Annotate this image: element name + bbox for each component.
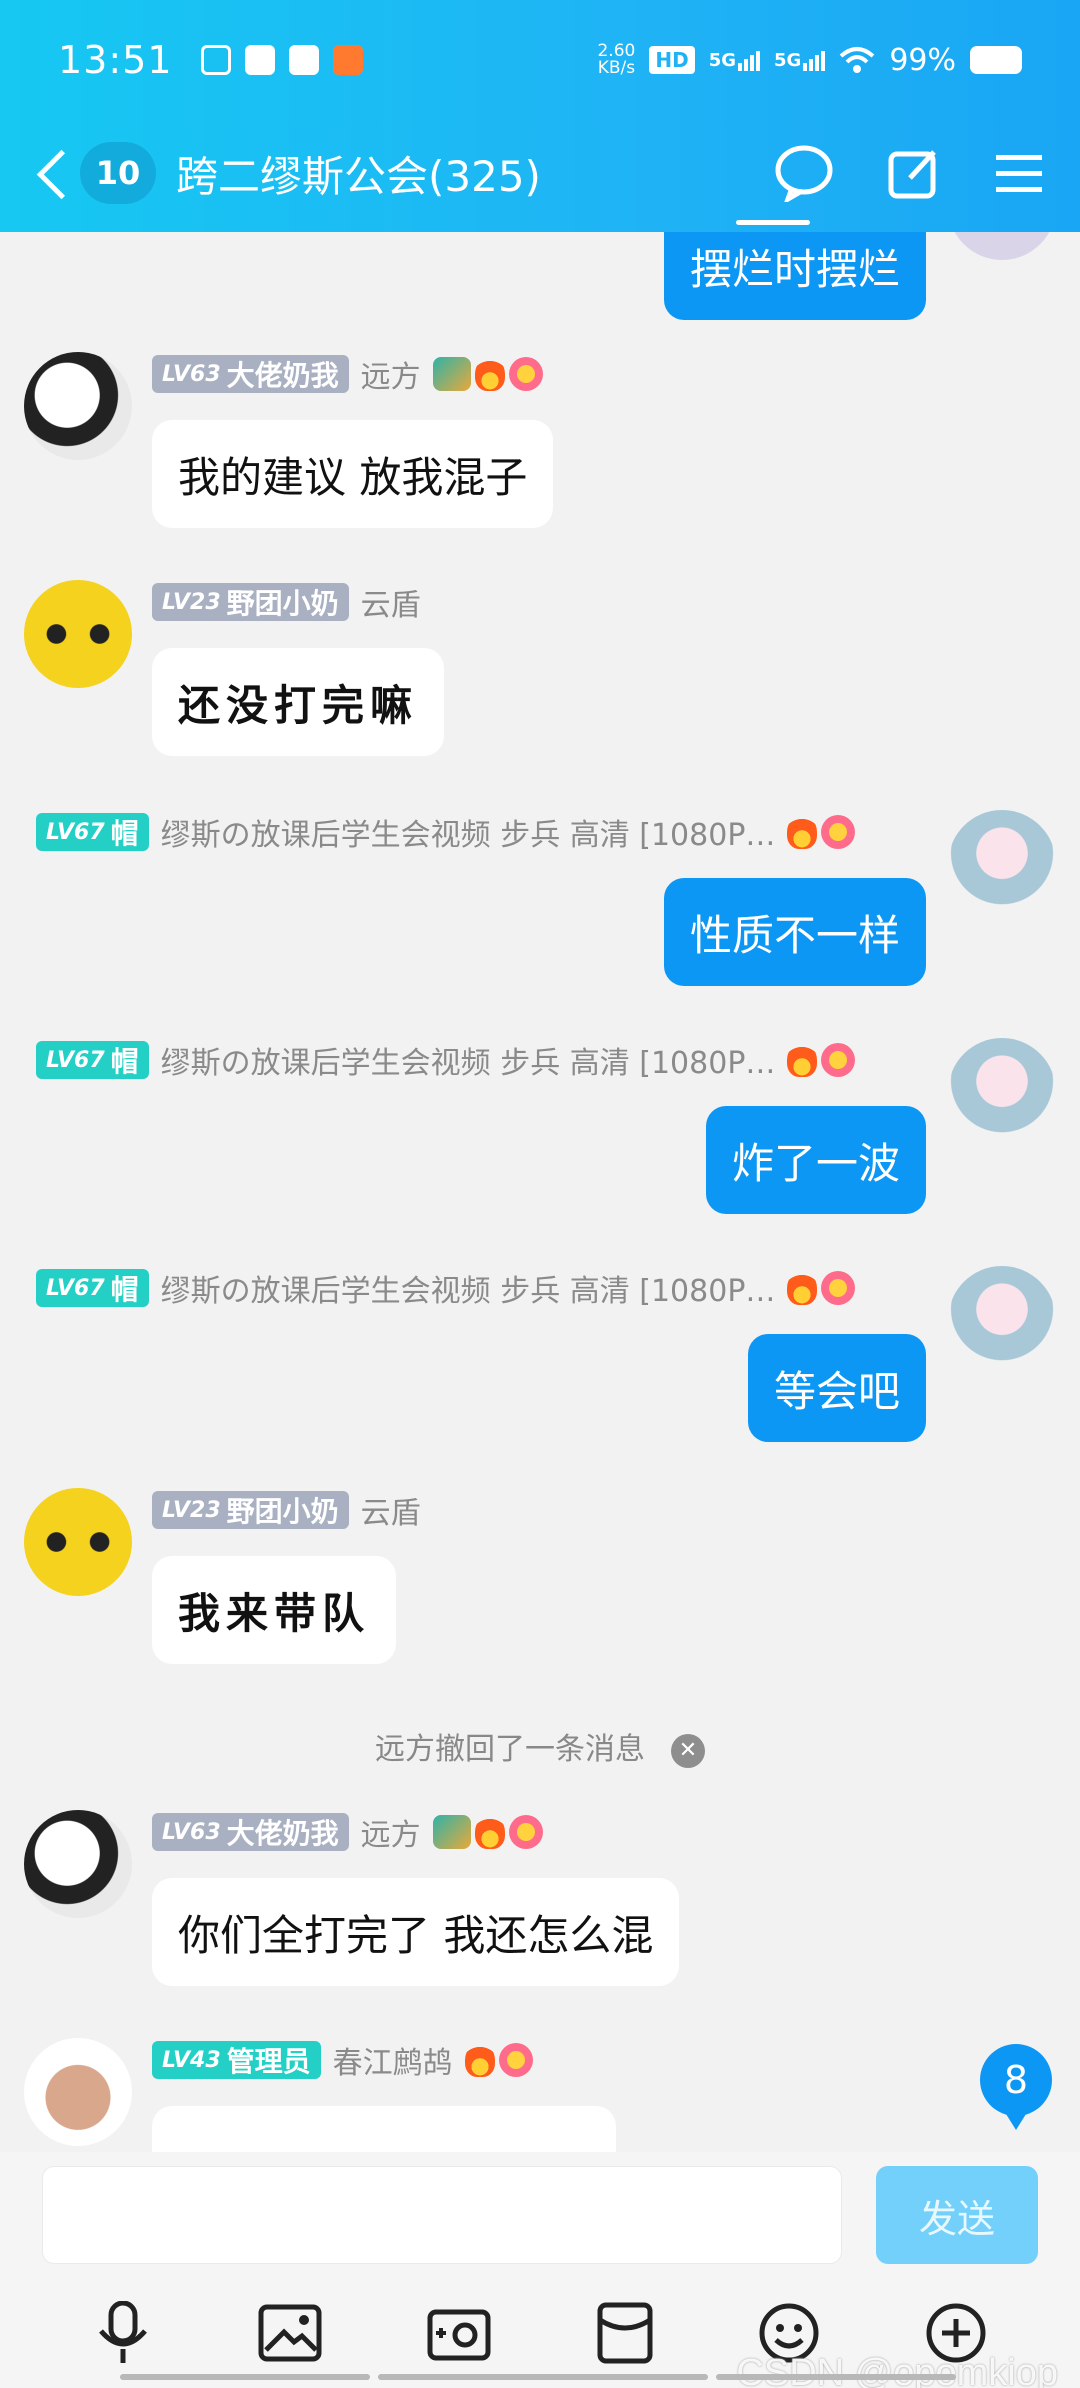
- flower-icon: [508, 1815, 543, 1849]
- level-badge: LV63 大佬奶我: [152, 1813, 349, 1851]
- level-badge: LV67 帽: [36, 1041, 149, 1079]
- avatar[interactable]: [24, 580, 132, 688]
- avatar[interactable]: [948, 232, 1056, 260]
- message-bubble[interactable]: 性质不一样: [663, 878, 926, 986]
- back-icon[interactable]: [34, 143, 74, 203]
- recall-notice: 远方撤回了一条消息 ✕: [0, 1724, 1080, 1768]
- net-speed: 2.60 KB/s: [597, 41, 636, 78]
- avatar[interactable]: [948, 1266, 1056, 1374]
- message-bubble[interactable]: [152, 2106, 616, 2152]
- group-title[interactable]: 跨二缪斯公会(325): [176, 143, 541, 204]
- sender-meta: LV67 帽 缪斯の放课后学生会视频 步兵 高清 [1080P…: [36, 1038, 856, 1082]
- edit-icon[interactable]: [888, 146, 942, 200]
- sender-name[interactable]: 缪斯の放课后学生会视频 步兵 高清 [1080P…: [161, 1038, 776, 1082]
- flower-icon: [821, 1271, 856, 1305]
- new-message-badge[interactable]: 8: [980, 2044, 1052, 2130]
- signal-icon: 5G: [709, 50, 760, 71]
- sender-name[interactable]: 云盾: [361, 580, 421, 624]
- sender-meta: LV43 管理员 春江鹧鸪: [152, 2038, 533, 2082]
- message-bubble[interactable]: 炸了一波: [705, 1106, 926, 1214]
- avatar[interactable]: [24, 352, 132, 460]
- image-icon[interactable]: [258, 2304, 322, 2362]
- notification-icons: [200, 45, 363, 75]
- flower-icon: [821, 1043, 856, 1077]
- sender-name[interactable]: 缪斯の放课后学生会视频 步兵 高清 [1080P…: [161, 810, 776, 854]
- avatar[interactable]: [24, 2038, 132, 2146]
- app-icon: [332, 45, 363, 75]
- unread-count-badge[interactable]: 10: [80, 142, 156, 204]
- avatar[interactable]: [948, 1038, 1056, 1146]
- message-bubble[interactable]: 摆烂时摆烂: [663, 232, 926, 320]
- fire-icon: [787, 1043, 818, 1077]
- level-badge: LV67 帽: [36, 813, 149, 851]
- medal-icons: [432, 1815, 543, 1849]
- video-app-icon: [200, 45, 231, 75]
- header: 13:51 2.60 KB/s HD 5G 5G 99% 10 跨二缪斯公会(3…: [0, 0, 1080, 232]
- chat-list[interactable]: 摆烂时摆烂 LV63 大佬奶我 远方 我的建议 放我混子 LV23 野团小奶 云盾 …: [0, 232, 1080, 2152]
- battery-icon: [970, 46, 1022, 74]
- level-badge: LV23 野团小奶: [152, 1491, 349, 1529]
- red-packet-icon[interactable]: [597, 2302, 653, 2364]
- sender-name[interactable]: 缪斯の放课后学生会视频 步兵 高清 [1080P…: [161, 1266, 776, 1310]
- level-badge: LV63 大佬奶我: [152, 355, 349, 393]
- message-bubble[interactable]: 还没打完嘛: [152, 648, 445, 756]
- close-icon[interactable]: ✕: [671, 1733, 705, 1768]
- avatar[interactable]: [24, 1488, 132, 1596]
- dragon-icon: [432, 357, 471, 391]
- gesture-bar: [0, 2374, 1080, 2388]
- sender-meta: LV23 野团小奶 云盾: [152, 1488, 421, 1532]
- medal-icons: [787, 815, 856, 849]
- sender-name[interactable]: 云盾: [361, 1488, 421, 1532]
- sender-meta: LV23 野团小奶 云盾: [152, 580, 421, 624]
- dragon-icon: [432, 1815, 471, 1849]
- sender-meta: LV67 帽 缪斯の放课后学生会视频 步兵 高清 [1080P…: [36, 1266, 856, 1310]
- battery-percent: 99%: [889, 42, 956, 78]
- level-badge: LV67 帽: [36, 1269, 149, 1307]
- fire-icon: [464, 2043, 495, 2077]
- message-bubble[interactable]: 你们全打完了 我还怎么混: [152, 1878, 680, 1986]
- level-badge: LV23 野团小奶: [152, 583, 349, 621]
- signal-icon-2: 5G: [774, 50, 826, 71]
- level-badge: LV43 管理员: [152, 2041, 321, 2079]
- sender-name[interactable]: 远方: [361, 1810, 421, 1854]
- status-time: 13:51: [58, 38, 173, 82]
- message-bubble[interactable]: 我的建议 放我混子: [152, 420, 554, 528]
- message-input[interactable]: [42, 2166, 842, 2264]
- sender-meta: LV67 帽 缪斯の放课后学生会视频 步兵 高清 [1080P…: [36, 810, 856, 854]
- hd-icon: HD: [649, 46, 695, 74]
- fire-icon: [474, 357, 505, 391]
- sender-name[interactable]: 春江鹧鸪: [333, 2038, 453, 2082]
- camera-icon[interactable]: [427, 2304, 491, 2362]
- status-bar: 13:51 2.60 KB/s HD 5G 5G 99%: [58, 34, 1022, 86]
- sender-meta: LV63 大佬奶我 远方: [152, 352, 543, 396]
- send-button[interactable]: 发送: [876, 2166, 1038, 2264]
- fire-icon: [787, 1271, 818, 1305]
- medal-icons: [464, 2043, 533, 2077]
- fire-icon: [787, 815, 818, 849]
- sender-name[interactable]: 远方: [361, 352, 421, 396]
- sender-meta: LV63 大佬奶我 远方: [152, 1810, 543, 1854]
- flower-icon: [821, 815, 856, 849]
- avatar[interactable]: [948, 810, 1056, 918]
- avatar[interactable]: [24, 1810, 132, 1918]
- message-bubble[interactable]: 我来带队: [152, 1556, 397, 1664]
- flower-icon: [508, 357, 543, 391]
- medal-icons: [432, 357, 543, 391]
- fire-icon: [474, 1815, 505, 1849]
- medal-icons: [787, 1271, 856, 1305]
- gift-icon: [244, 45, 275, 75]
- tab-indicator: [736, 220, 810, 225]
- baidu-icon: [288, 45, 319, 75]
- message-bubble[interactable]: 等会吧: [747, 1334, 926, 1442]
- mic-icon[interactable]: [93, 2301, 153, 2365]
- wifi-icon: [839, 47, 875, 73]
- title-bar: 10 跨二缪斯公会(325): [0, 128, 1080, 218]
- chat-bubble-icon[interactable]: [774, 144, 834, 202]
- menu-icon[interactable]: [996, 153, 1042, 193]
- medal-icons: [787, 1043, 856, 1077]
- flower-icon: [498, 2043, 533, 2077]
